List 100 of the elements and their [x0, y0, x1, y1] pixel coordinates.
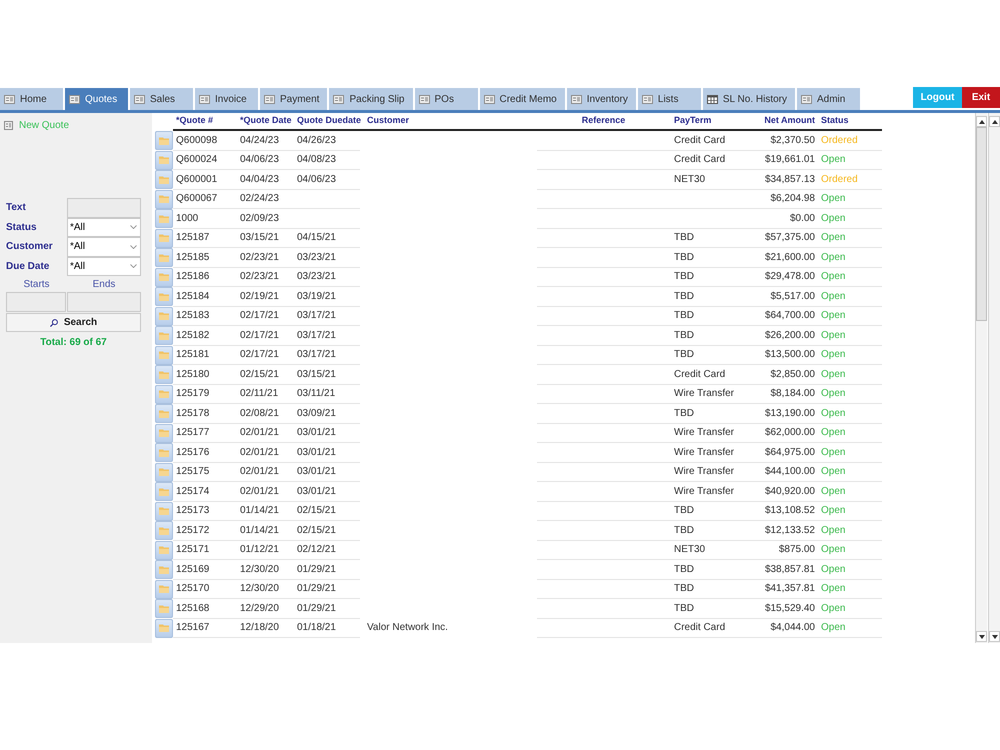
column-header: *Quote Date [240, 114, 292, 128]
tab[interactable]: Credit Memo [480, 88, 565, 110]
table-cell-text: TBD [674, 348, 694, 362]
table-cell-text: 02/15/21 [297, 524, 336, 538]
open-record-button[interactable] [155, 443, 173, 462]
folder-icon [159, 468, 169, 476]
tab[interactable]: Invoice [195, 88, 258, 110]
chevron-down-icon [130, 264, 137, 268]
open-record-button[interactable] [155, 540, 173, 560]
tab[interactable]: Admin [796, 88, 860, 110]
table-cell-text: $19,661.01 [764, 153, 815, 168]
form-icon [418, 94, 430, 104]
open-record-button[interactable] [155, 580, 173, 598]
table-cell-text: Credit Card [674, 153, 726, 168]
tab[interactable]: Lists [638, 88, 701, 110]
tab[interactable]: Packing Slip [329, 88, 412, 110]
arrow-down-icon [992, 634, 998, 638]
tab[interactable]: SL No. History [702, 88, 795, 110]
open-record-button[interactable] [155, 404, 173, 423]
open-record-button[interactable] [155, 424, 173, 442]
folder-icon [159, 156, 169, 164]
open-record-button[interactable] [155, 287, 173, 306]
open-record-button[interactable] [155, 228, 173, 248]
end-date-field[interactable] [67, 292, 141, 312]
table-cell-text: 03/01/21 [297, 426, 336, 440]
scroll-down-button[interactable] [976, 631, 987, 642]
open-record-button[interactable] [155, 326, 173, 345]
open-record-button[interactable] [155, 384, 173, 404]
scroll-up-button[interactable] [989, 116, 1000, 127]
status-text: Ordered [821, 172, 858, 187]
scrollbar-thumb[interactable] [976, 127, 987, 321]
folder-icon [159, 410, 169, 418]
table-cell-text: 125176 [176, 446, 210, 460]
status-text: Open [821, 250, 846, 265]
text-field[interactable] [67, 198, 141, 218]
table-cell-text: 125167 [176, 621, 210, 636]
date-label: Starts [22, 278, 51, 292]
column-header: Status [821, 114, 849, 128]
table-cell-text: 125185 [176, 250, 210, 265]
open-record-button[interactable] [155, 599, 173, 618]
open-record-button[interactable] [155, 190, 173, 208]
folder-icon [159, 546, 169, 554]
open-record-button[interactable] [155, 346, 173, 364]
tab[interactable]: Quotes [65, 88, 128, 110]
open-record-button[interactable] [155, 268, 173, 286]
table-cell-text: 03/09/21 [297, 406, 336, 421]
folder-icon [159, 254, 169, 262]
open-record-button[interactable] [155, 521, 173, 540]
tab[interactable]: Payment [260, 88, 328, 110]
open-record-button[interactable] [155, 618, 173, 638]
start-date-field[interactable] [6, 292, 66, 312]
dropdown-field[interactable]: *All [67, 218, 141, 237]
table-cell-text: $40,920.00 [764, 484, 815, 499]
table-cell-text: TBD [674, 406, 694, 421]
table-cell-text: 125184 [176, 290, 210, 304]
table-cell-text: TBD [674, 582, 694, 596]
open-record-button[interactable] [155, 131, 173, 150]
table-cell-text: 04/26/23 [297, 134, 336, 148]
table-cell-text: 125175 [176, 465, 210, 480]
open-record-button[interactable] [155, 150, 173, 170]
table-icon [706, 94, 718, 104]
table-cell-text: $64,700.00 [764, 309, 815, 324]
open-record-button[interactable] [155, 462, 173, 482]
table-cell-text: 125187 [176, 231, 210, 246]
scroll-down-button[interactable] [989, 631, 1000, 642]
scroll-up-button[interactable] [976, 116, 987, 127]
table-cell-text: 01/12/21 [240, 543, 279, 558]
status-text: Open [821, 543, 846, 558]
tab[interactable]: Sales [130, 88, 193, 110]
open-record-button[interactable] [155, 365, 173, 384]
chevron-down-icon [130, 225, 137, 230]
status-text: Open [821, 562, 846, 577]
dropdown-field[interactable]: *All [67, 237, 141, 256]
table-cell-text: 03/11/21 [297, 387, 336, 402]
open-record-button[interactable] [155, 209, 173, 228]
open-record-button[interactable] [155, 248, 173, 267]
search-button[interactable]: Search [6, 313, 141, 332]
tab[interactable]: Home [0, 88, 63, 110]
status-text: Open [821, 524, 846, 538]
table-cell-text: 125186 [176, 270, 210, 284]
table-cell-text: 125180 [176, 368, 210, 382]
open-record-button[interactable] [155, 482, 173, 501]
form-icon [333, 94, 344, 104]
open-record-button[interactable] [155, 306, 173, 326]
folder-icon [159, 624, 169, 632]
tab[interactable]: POs [414, 88, 478, 110]
status-text: Open [821, 290, 846, 304]
open-record-button[interactable] [155, 170, 173, 189]
dropdown-field[interactable]: *All [67, 256, 141, 276]
filter-label: Status [6, 220, 38, 235]
open-record-button[interactable] [155, 560, 173, 579]
form-icon [264, 94, 275, 104]
arrow-up-icon [992, 120, 998, 124]
open-record-button[interactable] [155, 502, 173, 520]
tab[interactable]: Inventory [566, 88, 636, 110]
table-cell-text: 12/30/20 [240, 582, 279, 596]
exit-button[interactable]: Exit [962, 87, 1000, 108]
table-cell-text: Wire Transfer [674, 426, 734, 440]
table-cell-text: 04/08/23 [297, 153, 336, 168]
folder-icon [159, 195, 169, 203]
